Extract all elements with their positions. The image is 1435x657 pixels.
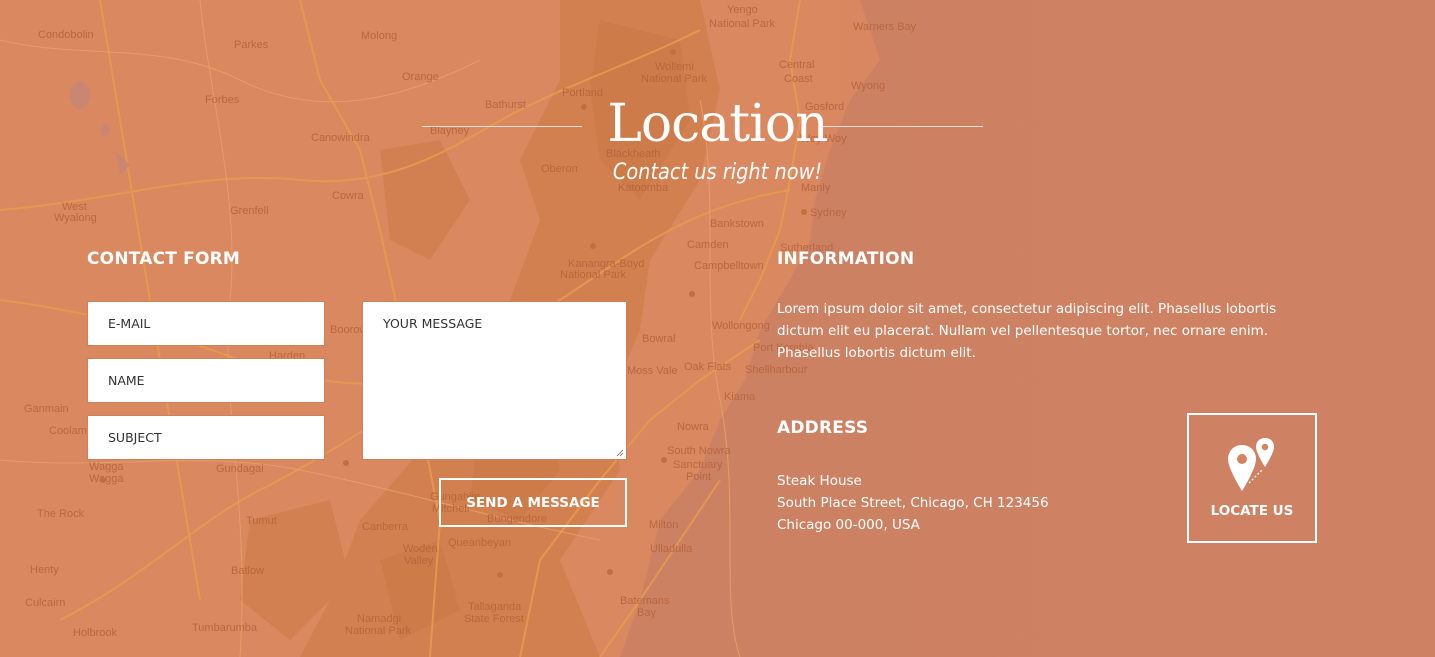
title-divider-right [823,126,983,127]
address-heading: ADDRESS [777,418,869,438]
send-message-button[interactable]: SEND A MESSAGE [439,478,627,527]
svg-text:Wyalong: Wyalong [54,212,97,224]
svg-text:Bowral: Bowral [642,333,676,345]
svg-text:Sanctuary: Sanctuary [673,459,723,471]
svg-text:Coast: Coast [784,73,813,85]
information-heading: INFORMATION [777,249,915,269]
svg-text:Milton: Milton [649,519,678,531]
map-pins-icon [1228,438,1274,491]
svg-text:Kiama: Kiama [724,391,756,403]
svg-text:National Park: National Park [560,269,627,281]
section-subtitle: Contact us right now! [612,160,823,185]
svg-text:National Park: National Park [709,18,776,30]
svg-text:Woden: Woden [403,543,438,555]
email-placeholder: E-MAIL [108,316,151,331]
information-text: Lorem ipsum dolor sit amet, consectetur … [777,301,1277,361]
svg-text:National Park: National Park [345,625,412,637]
svg-text:Bankstown: Bankstown [710,218,764,230]
svg-text:Wollongong: Wollongong [712,320,770,332]
svg-text:Shellharbour: Shellharbour [745,364,808,376]
svg-text:Central: Central [779,59,814,71]
name-field[interactable]: NAME [87,358,325,403]
svg-text:Condobolin: Condobolin [38,29,94,41]
locate-us-button[interactable]: LOCATE US [1187,413,1317,543]
svg-text:Culcairn: Culcairn [25,597,65,609]
svg-text:Namadgi: Namadgi [357,613,401,625]
address-line-1: Steak House [777,473,862,489]
address-line-3: Chicago 00-000, USA [777,517,920,533]
svg-text:Tumut: Tumut [246,515,277,527]
svg-text:Sydney: Sydney [810,207,847,219]
svg-text:Batlow: Batlow [231,565,264,577]
message-textarea[interactable]: YOUR MESSAGE [362,301,627,460]
svg-text:Canberra: Canberra [362,521,409,533]
section-header: Location [0,88,1435,160]
svg-text:Campbelltown: Campbelltown [694,260,764,272]
svg-text:Holbrook: Holbrook [73,627,118,639]
svg-text:Orange: Orange [402,71,439,83]
svg-text:Ulladulla: Ulladulla [650,543,693,555]
svg-text:Ganmain: Ganmain [24,403,69,415]
svg-text:Parkes: Parkes [234,39,269,51]
contact-form-heading: CONTACT FORM [87,249,241,269]
svg-text:Wagga: Wagga [89,461,124,473]
svg-text:Tumbarumba: Tumbarumba [192,622,258,634]
svg-text:Camden: Camden [687,239,729,251]
svg-text:Warners Bay: Warners Bay [853,21,917,33]
svg-text:Grenfell: Grenfell [230,205,269,217]
svg-text:Queanbeyan: Queanbeyan [448,537,511,549]
svg-text:Point: Point [686,471,711,483]
svg-text:Moss Vale: Moss Vale [627,365,678,377]
email-field[interactable]: E-MAIL [87,301,325,346]
locate-us-label: LOCATE US [1210,503,1294,519]
subject-placeholder: SUBJECT [108,430,162,445]
svg-text:Yengo: Yengo [727,4,758,16]
svg-text:South Nowra: South Nowra [667,445,731,457]
svg-text:Bay: Bay [637,607,656,619]
svg-text:Gundagai: Gundagai [216,463,264,475]
resize-handle-icon[interactable] [616,449,624,457]
name-placeholder: NAME [108,373,145,388]
svg-text:The Rock: The Rock [37,508,85,520]
address-block: Steak House South Place Street, Chicago,… [777,470,1049,536]
address-line-2: South Place Street, Chicago, CH 123456 [777,495,1049,511]
title-divider-left [422,126,582,127]
svg-text:Tallaganda: Tallaganda [468,601,522,613]
message-placeholder: YOUR MESSAGE [383,316,483,331]
svg-text:Valley: Valley [404,555,434,567]
svg-text:Molong: Molong [361,30,397,42]
svg-text:Oak Flats: Oak Flats [684,361,732,373]
svg-text:Wagga: Wagga [89,473,124,485]
subject-field[interactable]: SUBJECT [87,415,325,460]
svg-text:National Park: National Park [641,73,708,85]
svg-text:Wollemi: Wollemi [655,61,694,73]
svg-text:State Forest: State Forest [464,613,524,625]
svg-text:Nowra: Nowra [677,421,710,433]
svg-text:Henty: Henty [30,564,59,576]
svg-text:Cowra: Cowra [332,190,365,202]
section-title: Location [607,94,828,154]
svg-text:Batemans: Batemans [620,595,670,607]
